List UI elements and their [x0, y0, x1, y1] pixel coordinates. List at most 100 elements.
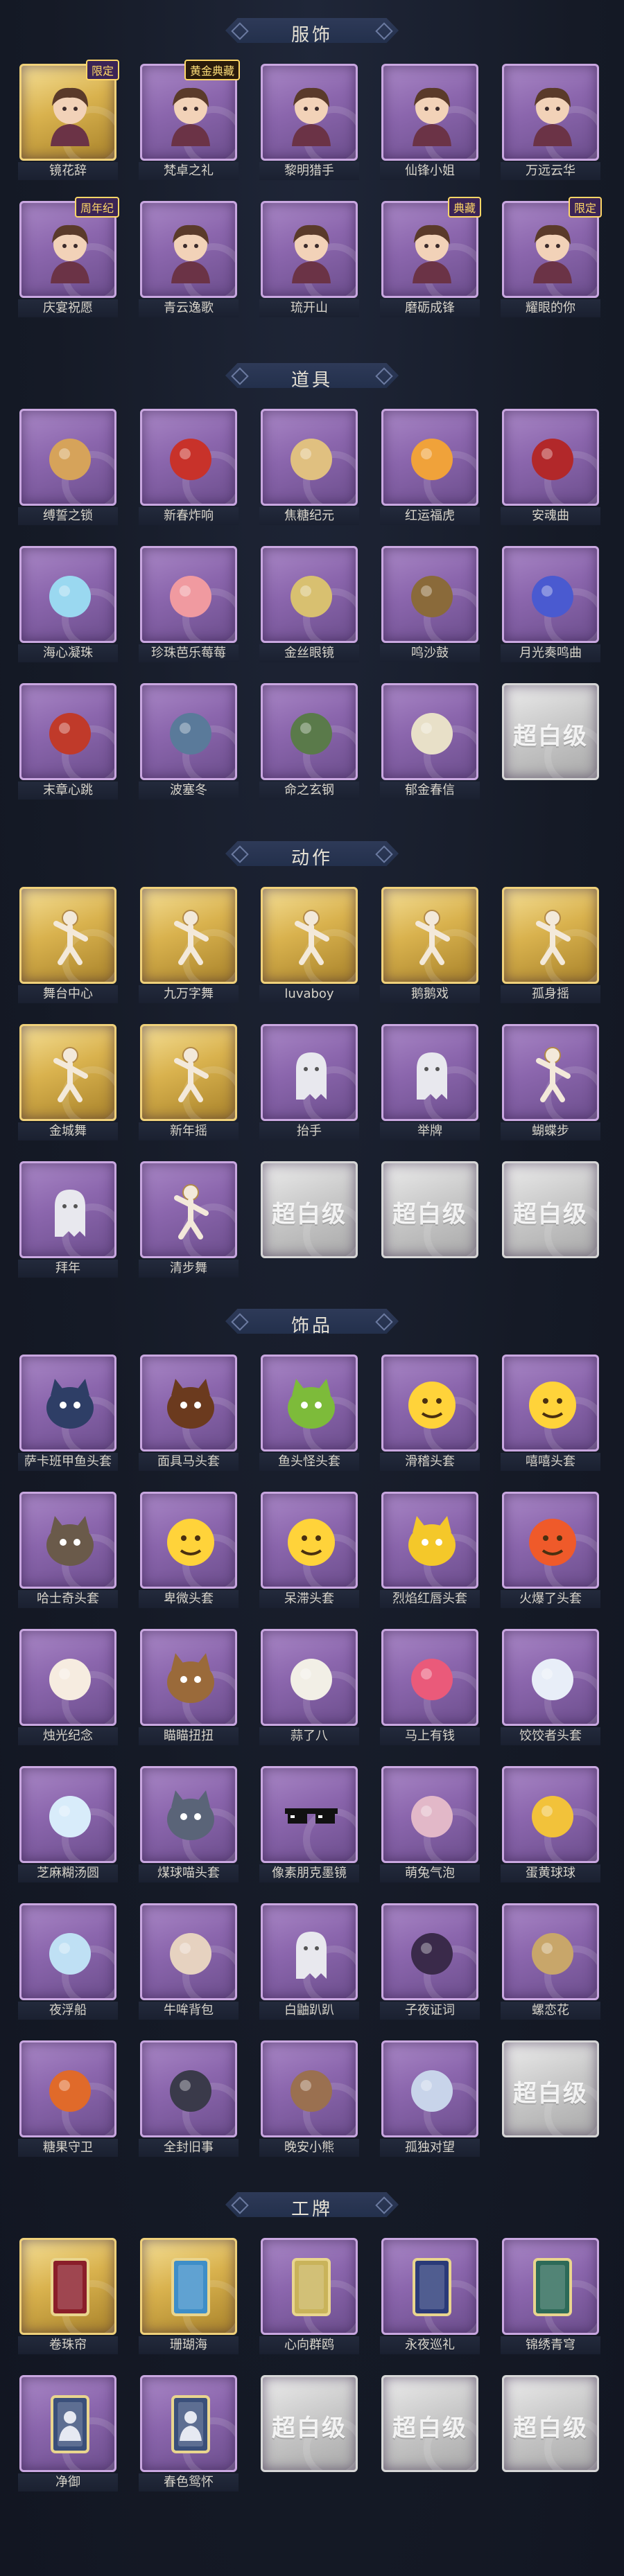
- item-label: 安魂曲: [501, 507, 600, 525]
- item-card[interactable]: 周年纪 庆宴祝愿: [18, 197, 119, 317]
- item-card[interactable]: 像素朋克墨镜: [259, 1766, 359, 1882]
- item-card[interactable]: 心向群鸥: [259, 2238, 359, 2354]
- item-card[interactable]: 新年摇: [139, 1024, 239, 1140]
- item-card[interactable]: 嘻嘻头套: [501, 1355, 600, 1471]
- item-card[interactable]: 青云逸歌: [139, 201, 239, 317]
- item-label: 卑微头套: [139, 1590, 239, 1608]
- item-card[interactable]: luvaboy: [259, 887, 359, 1003]
- placeholder-watermark: 超白级: [513, 2415, 588, 2442]
- item-card[interactable]: 红运福虎: [380, 409, 480, 525]
- item-card[interactable]: 超白级: [381, 2375, 478, 2491]
- item-frame: [502, 2238, 599, 2335]
- item-frame: [140, 2040, 237, 2137]
- item-label: luvaboy: [259, 985, 359, 1003]
- item-card[interactable]: 焦糖纪元: [259, 409, 359, 525]
- item-card[interactable]: 仙锋小姐: [380, 64, 480, 180]
- item-card[interactable]: 九万字舞: [139, 887, 239, 1003]
- item-frame: [261, 1903, 358, 2000]
- item-label: 烛光纪念: [18, 1727, 118, 1745]
- item-card[interactable]: 超白级: [502, 1161, 599, 1278]
- item-card[interactable]: 举牌: [380, 1024, 480, 1140]
- item-card[interactable]: 卷珠帘: [18, 2238, 118, 2354]
- item-card[interactable]: 珊瑚海: [139, 2238, 239, 2354]
- item-card[interactable]: 海心凝珠: [18, 546, 118, 662]
- item-card[interactable]: 舞台中心: [18, 887, 118, 1003]
- item-card[interactable]: 煤球喵头套: [139, 1766, 239, 1882]
- item-card[interactable]: 面具马头套: [139, 1355, 239, 1471]
- item-card[interactable]: 拜年: [18, 1161, 118, 1278]
- item-frame: [381, 2040, 478, 2137]
- item-card[interactable]: 夜浮船: [18, 1903, 118, 2020]
- item-card[interactable]: 琉开山: [259, 201, 359, 317]
- item-frame: [381, 409, 478, 506]
- item-card[interactable]: 限定 耀眼的你: [501, 197, 602, 317]
- item-card[interactable]: 鸣沙鼓: [380, 546, 480, 662]
- item-card[interactable]: 子夜证词: [380, 1903, 480, 2020]
- item-card[interactable]: 金丝眼镜: [259, 546, 359, 662]
- item-label: 耀眼的你: [501, 299, 600, 317]
- item-card[interactable]: 安魂曲: [501, 409, 600, 525]
- item-label: 仙锋小姐: [380, 162, 480, 180]
- item-card[interactable]: 永夜巡礼: [380, 2238, 480, 2354]
- item-card[interactable]: 饺饺者头套: [501, 1629, 600, 1745]
- item-card[interactable]: 烛光纪念: [18, 1629, 118, 1745]
- item-card[interactable]: 超白级: [261, 1161, 358, 1278]
- item-card[interactable]: 黄金典藏 梵卓之礼: [139, 60, 240, 180]
- item-card[interactable]: 金城舞: [18, 1024, 118, 1140]
- item-card[interactable]: 万远云华: [501, 64, 600, 180]
- item-card[interactable]: 末章心跳: [18, 683, 118, 800]
- item-card[interactable]: 超白级: [261, 2375, 358, 2491]
- item-label: 新年摇: [139, 1122, 239, 1140]
- section-title: 动作: [225, 837, 399, 870]
- item-card[interactable]: 糖果守卫: [18, 2040, 118, 2157]
- item-card[interactable]: 鱼头怪头套: [259, 1355, 359, 1471]
- item-card[interactable]: 卑微头套: [139, 1492, 239, 1608]
- item-card[interactable]: 超白级: [502, 2040, 599, 2157]
- item-card[interactable]: 郁金春信: [380, 683, 480, 800]
- item-card[interactable]: 马上有钱: [380, 1629, 480, 1745]
- item-card[interactable]: 珍珠芭乐莓莓: [139, 546, 239, 662]
- item-frame: [140, 683, 237, 780]
- item-card[interactable]: 超白级: [502, 683, 599, 800]
- item-card[interactable]: 萨卡班甲鱼头套: [18, 1355, 118, 1471]
- item-label: 呆滞头套: [259, 1590, 359, 1608]
- item-card[interactable]: 波塞冬: [139, 683, 239, 800]
- item-card[interactable]: 命之玄钢: [259, 683, 359, 800]
- item-card[interactable]: 缚誓之锁: [18, 409, 118, 525]
- item-card[interactable]: 萌兔气泡: [380, 1766, 480, 1882]
- item-card[interactable]: 孤身摇: [501, 887, 600, 1003]
- item-card[interactable]: 限定 镜花辞: [18, 60, 119, 180]
- item-card[interactable]: 芝麻糊汤圆: [18, 1766, 118, 1882]
- item-card[interactable]: 晚安小熊: [259, 2040, 359, 2157]
- item-card[interactable]: 哈士奇头套: [18, 1492, 118, 1608]
- item-card[interactable]: 月光奏鸣曲: [501, 546, 600, 662]
- item-card[interactable]: 瞄瞄扭扭: [139, 1629, 239, 1745]
- item-card[interactable]: 蒜了八: [259, 1629, 359, 1745]
- item-card[interactable]: 呆滞头套: [259, 1492, 359, 1608]
- item-card[interactable]: 黎明猎手: [259, 64, 359, 180]
- item-card[interactable]: 清步舞: [139, 1161, 239, 1278]
- item-card[interactable]: 蝴蝶步: [501, 1024, 600, 1140]
- item-frame: [261, 1492, 358, 1589]
- item-card[interactable]: 典藏 磨砺成锋: [380, 197, 481, 317]
- item-card[interactable]: 白鼬趴趴: [259, 1903, 359, 2020]
- item-card[interactable]: 超白级: [381, 1161, 478, 1278]
- item-card[interactable]: 净御: [18, 2375, 118, 2491]
- item-card[interactable]: 蛋黄球球: [501, 1766, 600, 1882]
- item-card[interactable]: 火爆了头套: [501, 1492, 600, 1608]
- item-card[interactable]: 春色鸳怀: [139, 2375, 239, 2491]
- section-title-text: 服饰: [291, 25, 333, 46]
- item-card[interactable]: 螺恋花: [501, 1903, 600, 2020]
- item-card[interactable]: 滑稽头套: [380, 1355, 480, 1471]
- item-card[interactable]: 锦绣青穹: [501, 2238, 600, 2354]
- item-frame: [19, 2375, 116, 2472]
- item-card[interactable]: 牛哞背包: [139, 1903, 239, 2020]
- item-card[interactable]: 孤独对望: [380, 2040, 480, 2157]
- item-card[interactable]: 全封旧事: [139, 2040, 239, 2157]
- item-card[interactable]: 抬手: [259, 1024, 359, 1140]
- item-card[interactable]: 鹅鹅戏: [380, 887, 480, 1003]
- item-card[interactable]: 超白级: [502, 2375, 599, 2491]
- item-card[interactable]: 烈焰红唇头套: [380, 1492, 480, 1608]
- item-card[interactable]: 新春炸响: [139, 409, 239, 525]
- item-frame: [502, 64, 599, 161]
